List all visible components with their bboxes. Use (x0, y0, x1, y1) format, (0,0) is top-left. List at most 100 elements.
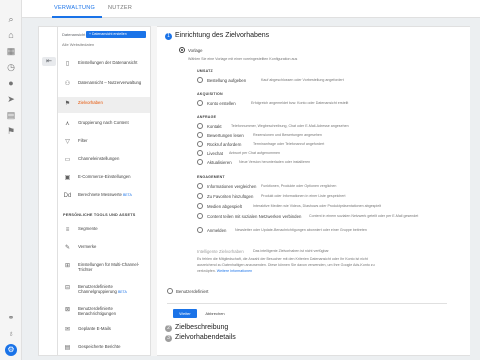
create-view-button[interactable]: + Datenansicht erstellen (86, 31, 146, 38)
filter-icon: ▽ (65, 139, 70, 145)
goal-radio-read-reviews[interactable] (197, 132, 203, 138)
menu-item-label: Einstellungen für Multi-Channel-Trichter (78, 262, 140, 272)
menu-item-label: E-Commerce-Einstellungen (78, 174, 131, 179)
behavior-icon[interactable]: ▤ (4, 108, 18, 122)
menu-item-user-management[interactable]: ⚇ Datenansicht – Nutzerverwaltung (58, 77, 150, 93)
goal-description: Neue Version herunterladen oder installi… (239, 160, 311, 164)
smart-goals-note-2: ausreichend zu Datenhaltigen anzuwenden.… (197, 263, 375, 267)
account-column: ⇤ (38, 26, 58, 356)
goal-radio-update[interactable] (197, 159, 203, 165)
menu-item-label: Benutzerdefinierte Benachrichtigungen (78, 306, 116, 316)
menu-item-goals[interactable]: ⚑ Zielvorhaben (58, 97, 150, 113)
step-2-title[interactable]: Zielbeschreibung (175, 324, 228, 331)
menu-item-content-grouping[interactable]: ⋏ Gruppierung nach Content (58, 117, 150, 133)
admin-tabs: VERWALTUNG NUTZER (22, 0, 480, 18)
dashboards-icon[interactable]: ▦ (4, 44, 18, 58)
flag-icon[interactable]: ⚑ (4, 124, 18, 138)
menu-item-label: Geplante E-Mails (78, 326, 111, 331)
goal-description: Erfolgreich angemeldet bzw. Konto oder D… (251, 101, 349, 105)
category-engagement: ENGAGEMENT (197, 175, 225, 179)
view-column-label: Datenansicht (62, 32, 86, 37)
section-header: PERSÖNLICHE TOOLS UND ASSETS (63, 213, 136, 217)
menu-item-scheduled-emails[interactable]: ✉ Geplante E-Mails (58, 323, 150, 339)
next-button[interactable]: Weiter (173, 309, 197, 318)
menu-item-custom-channel-grouping[interactable]: ⊟ Benutzerdefinierte ChannelgruppierungB… (58, 281, 150, 297)
menu-item-view-settings[interactable]: ▯ Einstellungen der Datenansicht (58, 57, 150, 73)
menu-item-label: Filter (78, 138, 88, 143)
goal-radio-compare[interactable] (197, 183, 203, 189)
goal-radio-livechat[interactable] (197, 150, 203, 156)
goal-label: Anmelden (207, 228, 227, 233)
gnav-search-icon[interactable]: ⌕ (4, 12, 18, 26)
channel-grouping-icon: ⊟ (64, 285, 71, 291)
clock-icon[interactable]: ◷ (4, 60, 18, 74)
column-scrollbar[interactable] (150, 26, 157, 356)
goal-label: Kontakt (207, 124, 222, 129)
acquisition-icon[interactable]: ➤ (4, 92, 18, 106)
smart-goals-note-3: verknüpfen. Weitere Informationen (197, 269, 252, 273)
goal-label: Aktualisieren (207, 160, 232, 165)
goal-radio-contact[interactable] (197, 123, 203, 129)
goal-radio-share-social[interactable] (197, 213, 203, 219)
goal-description: Interaktive Medien wie Videos, Diashows … (253, 204, 381, 208)
goal-radio-sign-up[interactable] (197, 227, 203, 233)
goal-setup-panel: 1 Einrichtung des Zielvorhabens Vorlage … (157, 26, 470, 356)
menu-item-filters[interactable]: ▽ Filter (58, 135, 150, 151)
menu-item-text: Berechnete Messwerte (78, 192, 122, 197)
goal-description: Terminanfrage oder Telefonanruf angeford… (253, 142, 325, 146)
back-arrow-icon[interactable]: ⇤ (42, 57, 56, 66)
beta-badge: BETA (122, 193, 132, 197)
goal-radio-place-order[interactable] (197, 77, 203, 83)
attribution-icon[interactable]: ⚭ (5, 312, 17, 324)
tab-active-indicator (52, 16, 102, 18)
flag-icon: ⚑ (64, 101, 71, 107)
template-radio[interactable] (179, 47, 185, 53)
menu-item-segments[interactable]: ≡ Segmente (58, 223, 150, 239)
custom-radio[interactable] (167, 288, 173, 294)
more-info-link[interactable]: Weitere Informationen (217, 269, 252, 273)
admin-gear-icon[interactable]: ⚙ (5, 344, 17, 356)
category-acquisition: AKQUISITION (197, 92, 223, 96)
tab-users[interactable]: NUTZER (108, 5, 132, 11)
mcf-icon: ⊞ (64, 263, 71, 269)
cancel-button[interactable]: Abbrechen (201, 309, 229, 318)
grouping-icon: ⋏ (65, 121, 70, 127)
goal-radio-callback[interactable] (197, 141, 203, 147)
annotation-icon: ✎ (64, 245, 71, 251)
custom-label: Benutzerdefiniert (176, 289, 209, 294)
menu-item-label: Einstellungen der Datenansicht (78, 60, 138, 65)
email-icon: ✉ (64, 327, 71, 333)
person-icon[interactable]: ● (4, 76, 18, 90)
menu-item-calculated-metrics[interactable]: Dd Berechnete MesswerteBETA (58, 189, 150, 205)
create-view-row: Datenansicht + Datenansicht erstellen (60, 31, 148, 39)
lightbulb-icon[interactable]: ♁ (5, 328, 17, 340)
goal-radio-favorites[interactable] (197, 193, 203, 199)
menu-item-mcf-settings[interactable]: ⊞ Einstellungen für Multi-Channel-Tricht… (58, 259, 150, 275)
menu-item-label: Zielvorhaben (78, 100, 103, 105)
view-selector[interactable]: Alle Websitedaten (62, 42, 94, 47)
goal-label: Informationen vergleichen (207, 184, 257, 189)
step-3-title[interactable]: Zielvorhabendetails (175, 334, 236, 341)
goal-radio-media-play[interactable] (197, 203, 203, 209)
menu-item-label: Gruppierung nach Content (78, 120, 129, 125)
menu-item-custom-alerts[interactable]: ⊠ Benutzerdefinierte Benachrichtigungen (58, 303, 150, 319)
menu-item-ecommerce[interactable]: ▣ E-Commerce-Einstellungen (58, 171, 150, 187)
goal-description: Newsletter oder Update-Benachrichtigunge… (235, 228, 367, 232)
calc-icon: Dd (63, 193, 72, 199)
menu-item-saved-reports[interactable]: ▤ Gespeicherte Berichte (58, 341, 150, 355)
step-2-indicator: 2 (165, 325, 172, 332)
beta-badge: BETA (117, 290, 127, 294)
goal-radio-create-account[interactable] (197, 100, 203, 106)
menu-item-annotations[interactable]: ✎ Vermerke (58, 241, 150, 257)
analytics-admin: ⌕ ⌂ ▦ ◷ ● ➤ ▤ ⚑ ⚭ ♁ ⚙ VERWALTUNG NUTZER … (0, 0, 480, 360)
smart-goals-status: Das intelligente Zielvorhaben ist nicht … (253, 249, 329, 253)
divider (167, 303, 447, 304)
home-icon[interactable]: ⌂ (4, 28, 18, 42)
smart-goals-label: Intelligente Zielvorhaben (197, 249, 244, 254)
menu-item-channel-settings[interactable]: ▭ Channeleinstellungen (58, 153, 150, 169)
template-description: Wählen Sie eine Vorlage mit einer vorein… (188, 57, 298, 61)
menu-item-label: Berechnete MesswerteBETA (78, 192, 144, 198)
category-revenue: UMSATZ (197, 69, 213, 73)
goal-label: Konto erstellen (207, 101, 236, 106)
tab-admin[interactable]: VERWALTUNG (54, 5, 95, 11)
